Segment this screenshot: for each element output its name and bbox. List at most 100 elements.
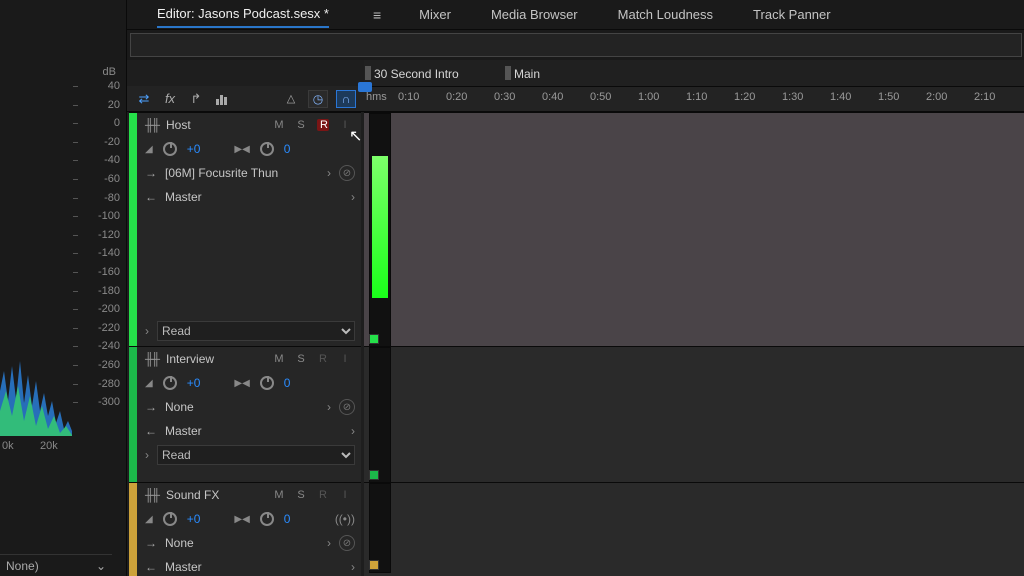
volume-value[interactable]: +0 bbox=[187, 512, 201, 526]
monitor-input-button[interactable]: I bbox=[339, 489, 351, 501]
volume-knob[interactable] bbox=[163, 376, 177, 390]
track-output[interactable]: Master bbox=[165, 424, 343, 438]
arm-record-button[interactable]: R bbox=[317, 353, 329, 365]
ruler-tick: 0:20 bbox=[446, 91, 467, 103]
monitor-input-button[interactable]: I bbox=[339, 353, 351, 365]
track-header-host: ╫╫HostMSRI◢+0▶◀0[06M] Focusrite Thun›⊘Ma… bbox=[129, 112, 361, 346]
volume-meter-icon: ◢ bbox=[145, 144, 153, 155]
time-ruler[interactable]: hms 0:100:200:300:400:501:001:101:201:30… bbox=[364, 86, 1024, 112]
automation-mode-select[interactable]: Read bbox=[157, 445, 355, 465]
output-chevron-icon[interactable]: › bbox=[351, 190, 355, 204]
arm-record-button[interactable]: R bbox=[317, 489, 329, 501]
track-color-stripe[interactable] bbox=[129, 483, 137, 576]
pan-value[interactable]: 0 bbox=[284, 376, 291, 390]
ruler-tick: 2:00 bbox=[926, 91, 947, 103]
track-output[interactable]: Master bbox=[165, 190, 343, 204]
lane-interview[interactable] bbox=[364, 346, 1024, 482]
timeline-lanes[interactable] bbox=[364, 112, 1024, 576]
left-panel-dropdown-label: None) bbox=[6, 559, 39, 573]
pan-knob[interactable] bbox=[260, 376, 274, 390]
ruler-tick: 1:10 bbox=[686, 91, 707, 103]
arm-record-button[interactable]: R bbox=[317, 119, 329, 131]
metronome-button[interactable]: ◷ bbox=[308, 90, 328, 108]
marker-main[interactable]: Main bbox=[514, 67, 540, 81]
input-phase-button[interactable]: ⊘ bbox=[339, 165, 355, 181]
automation-mode-select[interactable]: Read bbox=[157, 321, 355, 341]
solo-button[interactable]: S bbox=[295, 119, 307, 131]
track-level-meter bbox=[369, 483, 391, 573]
playhead-handle[interactable] bbox=[358, 82, 372, 92]
editor-tab[interactable]: Editor: Jasons Podcast.sesx * bbox=[157, 6, 329, 28]
tab-match-loudness[interactable]: Match Loudness bbox=[616, 3, 715, 26]
track-name[interactable]: Interview bbox=[166, 352, 265, 366]
db-label: -60 bbox=[104, 173, 120, 185]
track-input[interactable]: None bbox=[165, 400, 319, 414]
tab-track-panner[interactable]: Track Panner bbox=[751, 3, 833, 26]
track-toolbar: ⇄ fx ↱ △ ◷ ∩ bbox=[127, 86, 364, 112]
input-chevron-icon[interactable]: › bbox=[327, 166, 331, 180]
pan-value[interactable]: 0 bbox=[284, 512, 291, 526]
tab-mixer[interactable]: Mixer bbox=[417, 3, 453, 26]
warning-icon[interactable]: △ bbox=[282, 90, 300, 108]
marker-flag-icon[interactable] bbox=[365, 66, 371, 80]
track-color-chip[interactable] bbox=[369, 560, 379, 570]
stereo-icon[interactable]: ((•)) bbox=[335, 512, 355, 526]
track-name[interactable]: Sound FX bbox=[166, 488, 265, 502]
solo-button[interactable]: S bbox=[295, 353, 307, 365]
input-chevron-icon[interactable]: › bbox=[327, 536, 331, 550]
input-arrow-icon bbox=[145, 536, 157, 550]
track-color-chip[interactable] bbox=[369, 334, 379, 344]
solo-button[interactable]: S bbox=[295, 489, 307, 501]
marker-flag-icon[interactable] bbox=[505, 66, 511, 80]
automation-expand-icon[interactable]: › bbox=[145, 448, 149, 462]
mute-button[interactable]: M bbox=[273, 119, 285, 131]
freq-label-0k: 0k bbox=[2, 440, 14, 452]
track-color-stripe[interactable] bbox=[129, 113, 137, 346]
input-arrow-icon bbox=[145, 166, 157, 180]
pan-knob[interactable] bbox=[260, 512, 274, 526]
track-input[interactable]: None bbox=[165, 536, 319, 550]
db-label: -200 bbox=[98, 303, 120, 315]
track-color-chip[interactable] bbox=[369, 470, 379, 480]
track-header-sound-fx: ╫╫Sound FXMSRI◢+0▶◀0((•))None›⊘Master››R… bbox=[129, 482, 361, 576]
editor-tab-label: Editor: Jasons Podcast.sesx * bbox=[157, 6, 329, 21]
monitor-headphones-button[interactable]: ∩ bbox=[336, 90, 356, 108]
track-name[interactable]: Host bbox=[166, 118, 265, 132]
track-input[interactable]: [06M] Focusrite Thun bbox=[165, 166, 319, 180]
panel-menu-icon[interactable]: ≡ bbox=[373, 7, 381, 23]
mute-button[interactable]: M bbox=[273, 489, 285, 501]
fx-icon[interactable]: fx bbox=[161, 90, 179, 108]
output-arrow-icon bbox=[145, 560, 157, 574]
pan-knob[interactable] bbox=[260, 142, 274, 156]
search-bar[interactable] bbox=[130, 33, 1022, 57]
tab-media-browser[interactable]: Media Browser bbox=[489, 3, 580, 26]
volume-value[interactable]: +0 bbox=[187, 142, 201, 156]
marker-strip[interactable]: 30 Second Intro Main bbox=[364, 60, 1024, 86]
input-phase-button[interactable]: ⊘ bbox=[339, 399, 355, 415]
input-arrow-icon bbox=[145, 400, 157, 414]
track-color-stripe[interactable] bbox=[129, 347, 137, 482]
multitrack-icon: ╫╫ bbox=[145, 352, 158, 366]
mute-button[interactable]: M bbox=[273, 353, 285, 365]
input-chevron-icon[interactable]: › bbox=[327, 400, 331, 414]
volume-knob[interactable] bbox=[163, 512, 177, 526]
left-panel-dropdown[interactable]: None) ⌄ bbox=[0, 554, 112, 576]
track-level-meter bbox=[369, 113, 391, 347]
lane-host[interactable] bbox=[364, 112, 1024, 346]
input-phase-button[interactable]: ⊘ bbox=[339, 535, 355, 551]
marker-30s-intro[interactable]: 30 Second Intro bbox=[374, 67, 459, 81]
volume-value[interactable]: +0 bbox=[187, 376, 201, 390]
output-chevron-icon[interactable]: › bbox=[351, 560, 355, 574]
track-output[interactable]: Master bbox=[165, 560, 343, 574]
output-chevron-icon[interactable]: › bbox=[351, 424, 355, 438]
ruler-tick: 1:50 bbox=[878, 91, 899, 103]
pan-value[interactable]: 0 bbox=[284, 142, 291, 156]
swap-icon[interactable]: ⇄ bbox=[135, 90, 153, 108]
sends-icon[interactable]: ↱ bbox=[187, 90, 205, 108]
db-label: -140 bbox=[98, 247, 120, 259]
lane-soundfx[interactable] bbox=[364, 482, 1024, 576]
volume-knob[interactable] bbox=[163, 142, 177, 156]
ruler-tick: 2:10 bbox=[974, 91, 995, 103]
eq-bars-icon[interactable] bbox=[213, 90, 231, 108]
automation-expand-icon[interactable]: › bbox=[145, 324, 149, 338]
